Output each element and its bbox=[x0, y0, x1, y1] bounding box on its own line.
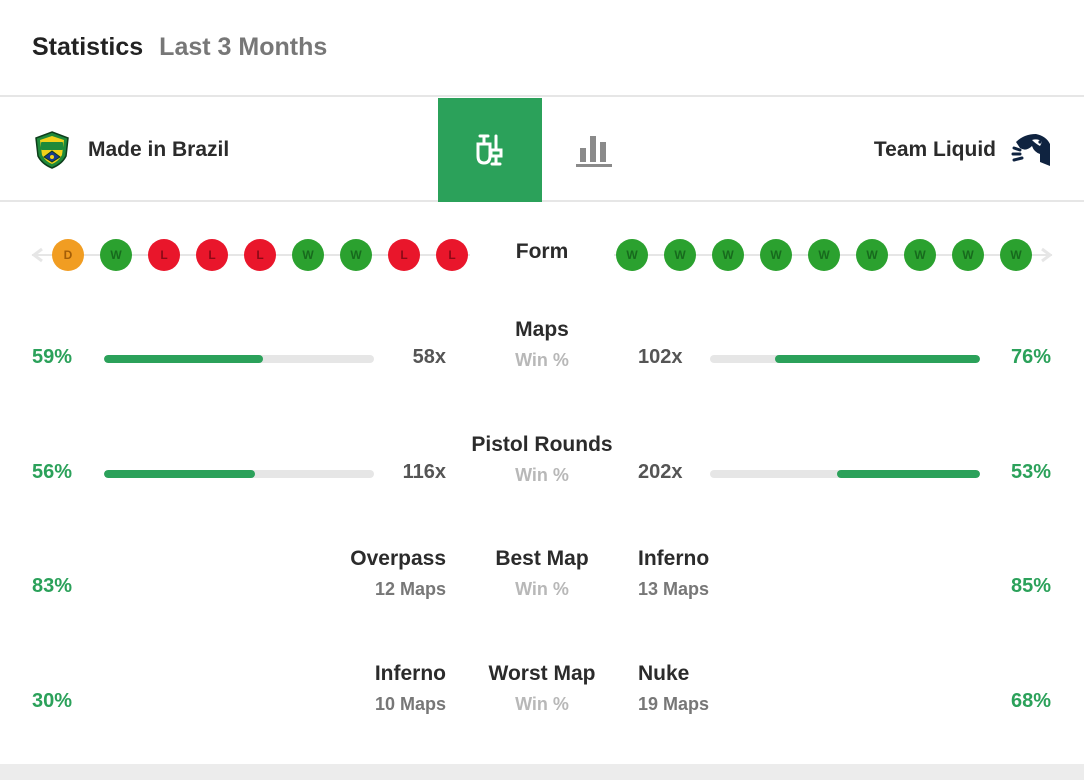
period-subtitle: Last 3 Months bbox=[159, 33, 328, 61]
bar-chart-icon bbox=[576, 136, 612, 167]
form-row: DWLLLWWLL Form WWWWWWWWW bbox=[0, 232, 1084, 278]
right-map[interactable]: Inferno 13 Maps bbox=[638, 547, 709, 600]
tab-compare[interactable] bbox=[438, 98, 542, 202]
stat-label: Maps bbox=[515, 318, 569, 341]
right-win-bar bbox=[710, 355, 980, 363]
left-map-name: Overpass bbox=[350, 547, 446, 570]
statistics-header: Statistics Last 3 Months bbox=[0, 0, 1084, 97]
left-win-bar bbox=[104, 470, 374, 478]
form-result-w[interactable]: W bbox=[292, 239, 324, 271]
stat-row-best-map: 83% Overpass 12 Maps Best Map Win % Infe… bbox=[0, 547, 1084, 627]
right-map-pct: 68% bbox=[1010, 690, 1051, 712]
right-win-pct: 76% bbox=[1010, 346, 1051, 368]
right-played-count: 102x bbox=[638, 346, 683, 368]
stat-sublabel: Win % bbox=[515, 694, 569, 714]
compare-icon bbox=[476, 134, 503, 166]
form-result-l[interactable]: L bbox=[148, 239, 180, 271]
tab-bar-chart[interactable] bbox=[542, 98, 646, 202]
form-result-d[interactable]: D bbox=[52, 239, 84, 271]
stat-row-pistol-rounds: 56% 116x Pistol Rounds Win % 202x 53% bbox=[0, 433, 1084, 513]
arrow-right-icon bbox=[1041, 247, 1053, 263]
form-result-w[interactable]: W bbox=[904, 239, 936, 271]
left-win-pct: 56% bbox=[32, 461, 73, 483]
footer-divider bbox=[0, 764, 1084, 780]
team-right[interactable]: Team Liquid bbox=[874, 98, 1054, 202]
form-result-l[interactable]: L bbox=[196, 239, 228, 271]
stat-label: Best Map bbox=[495, 547, 589, 570]
left-played-count: 58x bbox=[412, 346, 446, 368]
liquid-horse-logo bbox=[1011, 134, 1050, 166]
stat-center: Maps Win % bbox=[442, 318, 642, 371]
left-map[interactable]: Inferno 10 Maps bbox=[375, 662, 446, 715]
mibr-shield-logo bbox=[35, 131, 69, 169]
right-map-count: 13 Maps bbox=[638, 579, 710, 599]
form-result-w[interactable]: W bbox=[952, 239, 984, 271]
teams-bar: Made in Brazil Team Liquid bbox=[0, 98, 1084, 202]
stat-center: Worst Map Win % bbox=[442, 662, 642, 715]
form-label: Form bbox=[515, 240, 569, 263]
left-win-bar bbox=[104, 355, 374, 363]
stat-row-worst-map: 30% Inferno 10 Maps Worst Map Win % Nuke… bbox=[0, 662, 1084, 742]
right-win-bar bbox=[710, 470, 980, 478]
stat-sublabel: Win % bbox=[515, 579, 569, 599]
left-map[interactable]: Overpass 12 Maps bbox=[350, 547, 446, 600]
left-map-name: Inferno bbox=[374, 662, 446, 685]
form-result-w[interactable]: W bbox=[712, 239, 744, 271]
right-map-pct: 85% bbox=[1010, 575, 1051, 597]
right-map[interactable]: Nuke 19 Maps bbox=[638, 662, 709, 715]
left-map-pct: 83% bbox=[32, 575, 73, 597]
form-result-l[interactable]: L bbox=[388, 239, 420, 271]
left-win-pct: 59% bbox=[32, 346, 73, 368]
team-left[interactable]: Made in Brazil bbox=[32, 98, 229, 202]
right-map-name: Nuke bbox=[638, 662, 690, 685]
right-map-name: Inferno bbox=[638, 547, 710, 570]
team-right-name: Team Liquid bbox=[873, 138, 996, 161]
form-result-l[interactable]: L bbox=[244, 239, 276, 271]
stat-sublabel: Win % bbox=[515, 350, 569, 370]
right-win-bar-fill bbox=[837, 470, 980, 478]
form-result-w[interactable]: W bbox=[100, 239, 132, 271]
form-result-w[interactable]: W bbox=[808, 239, 840, 271]
form-result-w[interactable]: W bbox=[1000, 239, 1032, 271]
stat-label: Pistol Rounds bbox=[471, 433, 613, 456]
left-map-pct: 30% bbox=[32, 690, 73, 712]
arrow-left-icon bbox=[31, 247, 43, 263]
right-win-pct: 53% bbox=[1010, 461, 1051, 483]
right-win-bar-fill bbox=[775, 355, 980, 363]
stat-sublabel: Win % bbox=[515, 465, 569, 485]
form-result-w[interactable]: W bbox=[664, 239, 696, 271]
left-map-count: 12 Maps bbox=[374, 579, 446, 599]
left-win-bar-fill bbox=[104, 355, 263, 363]
page-title: Statistics bbox=[32, 33, 144, 61]
form-result-w[interactable]: W bbox=[616, 239, 648, 271]
form-result-w[interactable]: W bbox=[760, 239, 792, 271]
stat-label: Worst Map bbox=[488, 662, 596, 685]
left-played-count: 116x bbox=[402, 461, 446, 483]
stat-row-maps: 59% 58x Maps Win % 102x 76% bbox=[0, 318, 1084, 398]
form-result-w[interactable]: W bbox=[340, 239, 372, 271]
left-map-count: 10 Maps bbox=[374, 694, 446, 714]
right-played-count: 202x bbox=[638, 461, 683, 483]
right-map-count: 19 Maps bbox=[638, 694, 710, 714]
form-result-w[interactable]: W bbox=[856, 239, 888, 271]
stat-center: Best Map Win % bbox=[442, 547, 642, 600]
stat-center: Pistol Rounds Win % bbox=[442, 433, 642, 486]
left-win-bar-fill bbox=[104, 470, 255, 478]
team-left-name: Made in Brazil bbox=[88, 138, 230, 161]
